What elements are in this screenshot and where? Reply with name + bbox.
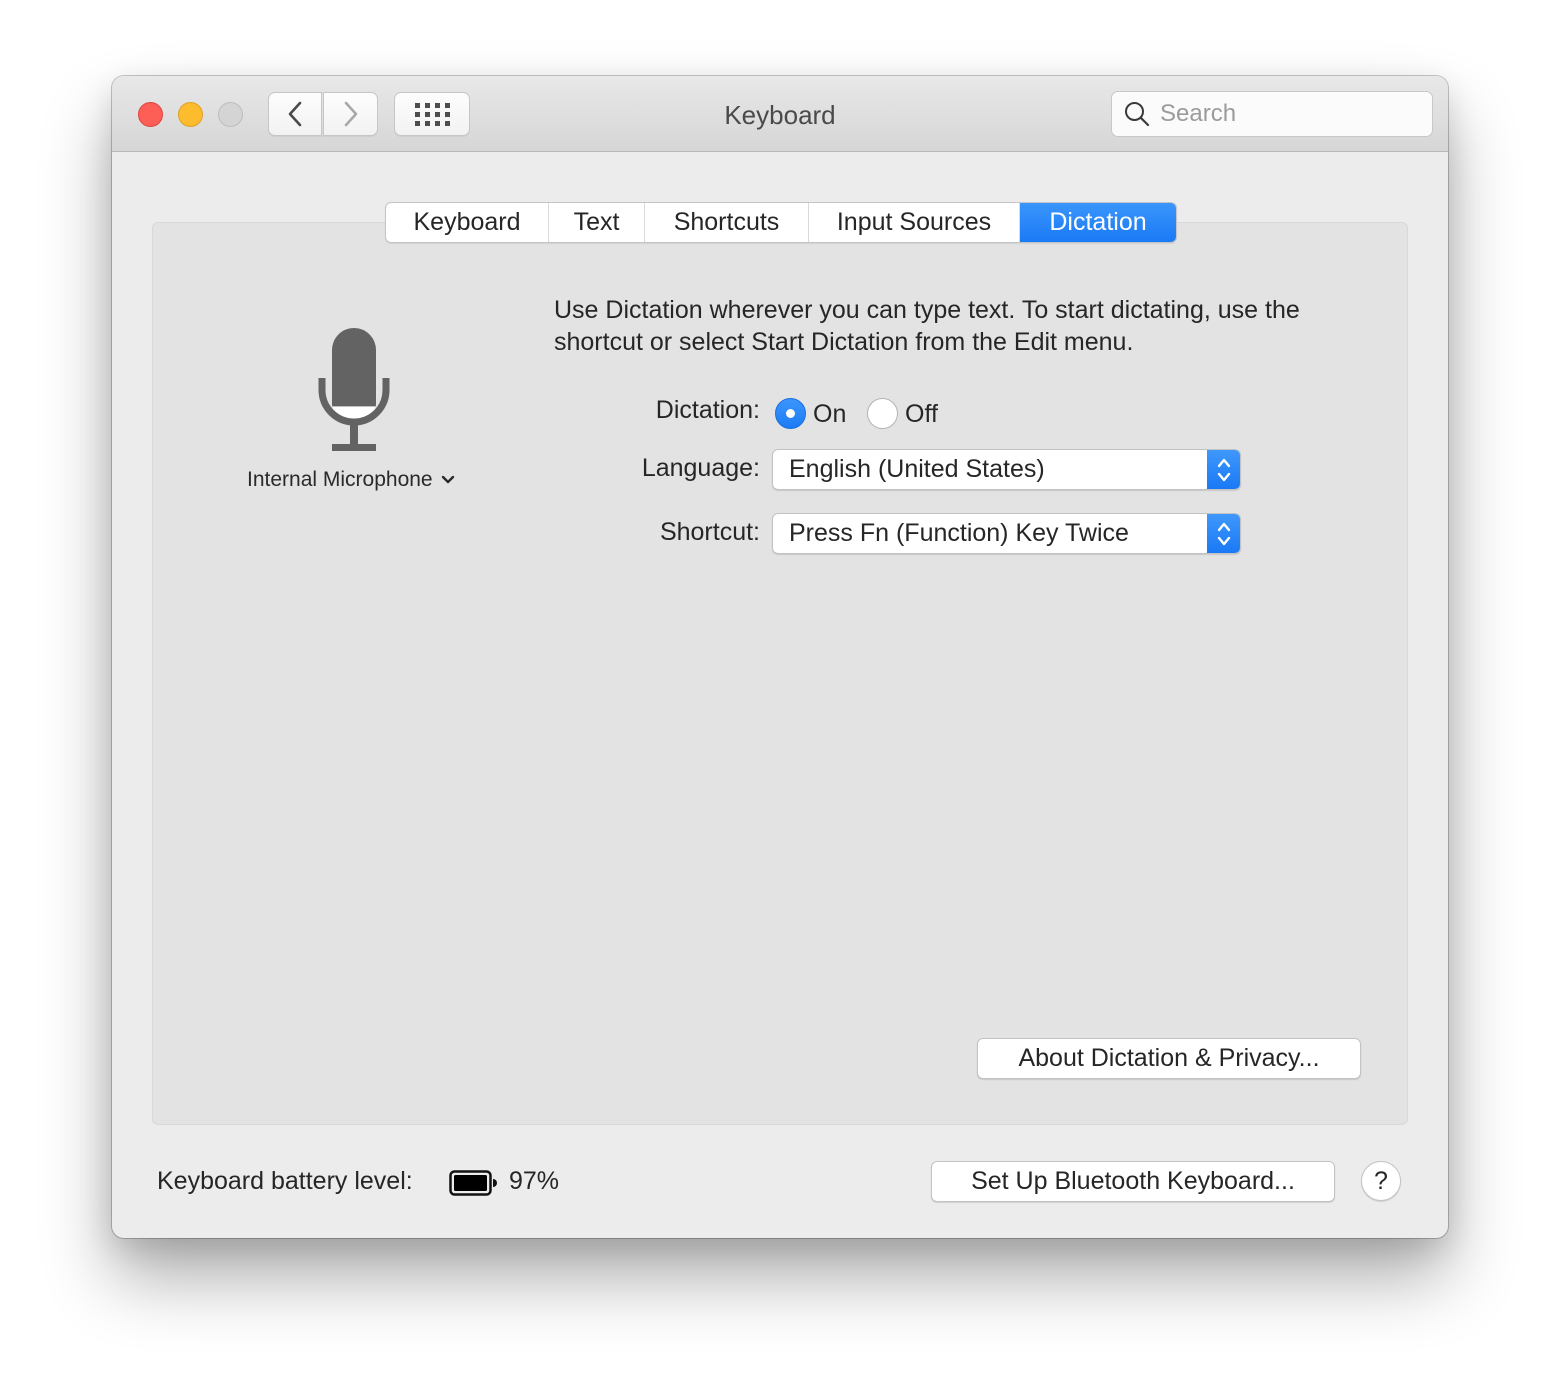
battery-level-value: 97% [509,1167,560,1195]
battery-fill [454,1175,487,1191]
tab-input-sources[interactable]: Input Sources [809,203,1020,242]
tab-bar: Keyboard Text Shortcuts Input Sources Di… [385,202,1177,243]
tab-shortcuts[interactable]: Shortcuts [645,203,809,242]
up-down-chevron-icon [1217,458,1230,481]
dictation-off-label[interactable]: Off [905,400,938,429]
dictation-description: Use Dictation wherever you can type text… [554,296,1300,356]
title-bar: Keyboard [112,76,1448,152]
shortcut-popup[interactable]: Press Fn (Function) Key Twice [772,513,1241,554]
search-icon [1125,102,1150,127]
search-field[interactable] [1111,91,1433,137]
chevron-down-icon [441,475,454,484]
battery-icon [449,1170,497,1196]
language-stepper[interactable] [1207,450,1240,489]
language-value: English (United States) [789,455,1045,483]
microphone-name: Internal Microphone [247,468,433,491]
shortcut-value: Press Fn (Function) Key Twice [789,519,1129,547]
battery-level-label: Keyboard battery level: [157,1167,413,1195]
up-down-chevron-icon [1217,522,1230,545]
language-popup[interactable]: English (United States) [772,449,1241,490]
search-input[interactable] [1160,100,1420,128]
shortcut-stepper[interactable] [1207,514,1240,553]
language-label: Language: [641,454,760,482]
tab-dictation[interactable]: Dictation [1020,203,1176,242]
set-up-bluetooth-keyboard-button[interactable]: Set Up Bluetooth Keyboard... [931,1161,1335,1202]
tab-text[interactable]: Text [549,203,645,242]
about-dictation-privacy-button[interactable]: About Dictation & Privacy... [977,1038,1361,1079]
microphone-selector[interactable]: Internal Microphone [247,468,455,492]
microphone-icon [318,328,390,451]
help-button[interactable]: ? [1361,1161,1401,1201]
keyboard-preferences-window: Keyboard Keyboard Text Shortcuts Input S… [112,76,1448,1238]
dictation-off-radio[interactable] [867,398,898,429]
tab-keyboard[interactable]: Keyboard [386,203,549,242]
dictation-on-label[interactable]: On [813,400,846,429]
dictation-on-radio[interactable] [775,398,806,429]
shortcut-label: Shortcut: [659,518,760,546]
dictation-label: Dictation: [655,396,760,424]
